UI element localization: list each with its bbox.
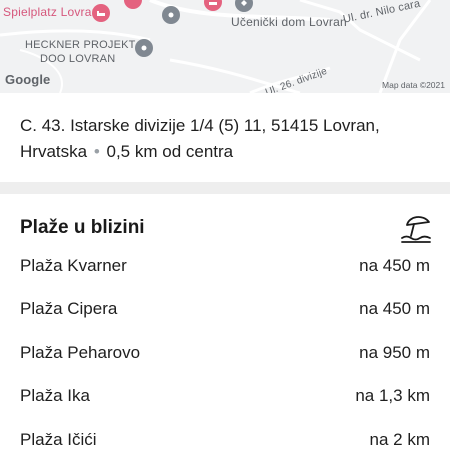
beach-name: Plaža Kvarner [20, 256, 127, 275]
map-preview[interactable]: Spielplatz Lovran Učenički dom Lovran Ul… [0, 0, 450, 93]
hotel-pin-icon[interactable] [92, 4, 110, 22]
beach-distance: na 950 m [359, 343, 430, 362]
property-address: C. 43. Istarske divizije 1/4 (5) 11, 514… [20, 113, 435, 165]
beach-row: Plaža Kvarner na 450 m [20, 253, 430, 279]
beach-distance: na 1,3 km [355, 386, 430, 405]
beach-name: Plaža Ičići [20, 430, 97, 449]
beach-name: Plaža Peharovo [20, 343, 141, 362]
map-logo: Google [5, 72, 51, 87]
section-divider [0, 182, 450, 194]
location-pin-icon[interactable] [135, 39, 153, 57]
beach-row: Plaža Peharovo na 950 m [20, 340, 430, 366]
beach-umbrella-icon [399, 211, 433, 250]
beach-distance: na 450 m [359, 299, 430, 318]
beach-distance: na 2 km [369, 430, 430, 449]
distance-from-center: 0,5 km od centra [106, 142, 234, 161]
beach-row: Plaža Ičići na 2 km [20, 427, 430, 450]
map-label-ucenicki-dom: Učenički dom Lovran [231, 15, 347, 29]
address-separator: • [93, 142, 100, 161]
beach-row: Plaža Ika na 1,3 km [20, 383, 430, 409]
map-label-heckner-2: DOO LOVRAN [40, 53, 116, 65]
location-pin-icon[interactable] [162, 6, 180, 24]
map-attribution[interactable]: Map data ©2021 [382, 80, 445, 90]
map-label-heckner: HECKNER PROJEKT [25, 39, 136, 51]
beach-name: Plaža Cipera [20, 299, 118, 318]
beach-distance: na 450 m [359, 256, 430, 275]
beaches-section-title: Plaže u blizini [20, 217, 145, 238]
beach-row: Plaža Cipera na 450 m [20, 296, 430, 322]
map-label-spielplatz: Spielplatz Lovran [3, 5, 99, 19]
beach-name: Plaža Ika [20, 386, 90, 405]
